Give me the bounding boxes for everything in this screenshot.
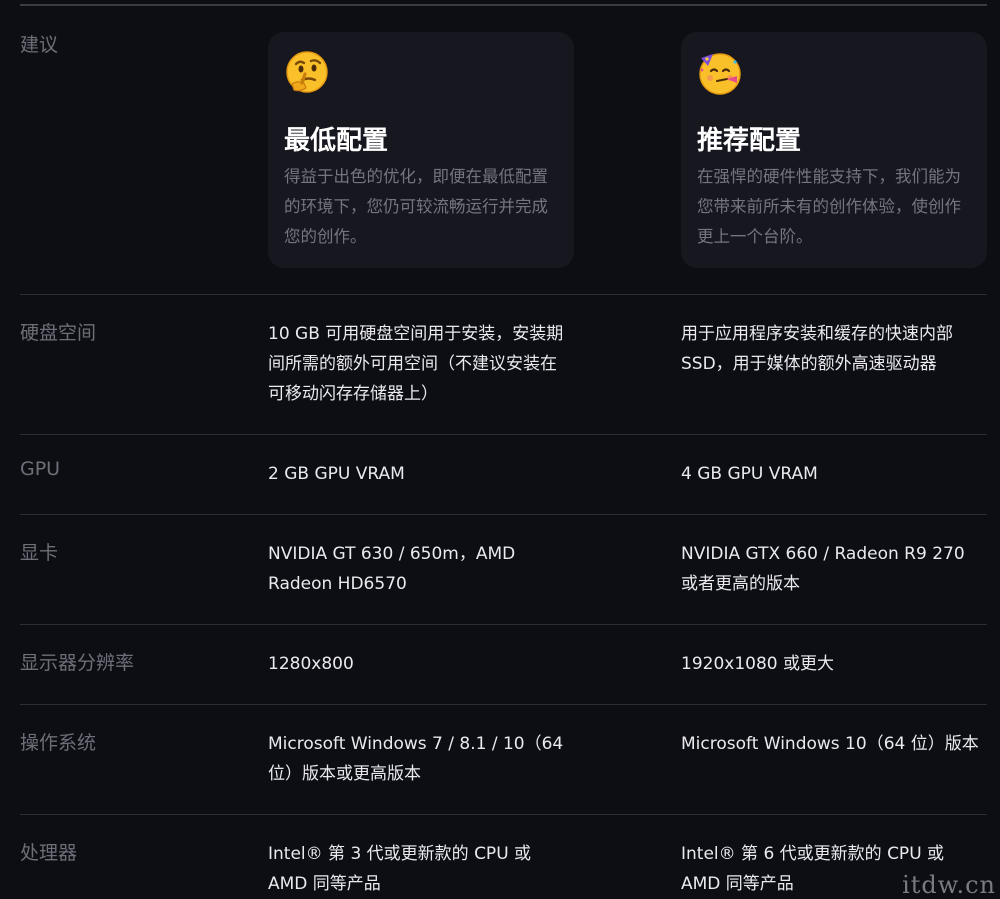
label-gpu: GPU — [20, 458, 61, 480]
min-os-value: Microsoft Windows 7 / 8.1 / 10（64 位）版本或更… — [268, 734, 564, 784]
min-disk-value: 10 GB 可用硬盘空间用于安装，安装期间所需的额外可用空间（不建议安装在可移动… — [268, 324, 564, 404]
row-divider — [20, 704, 987, 705]
min-config-card: 最低配置 得益于出色的优化，即便在最低配置的环境下，您仍可较流畅运行并完成您的创… — [268, 32, 574, 268]
rec-graphics-value: NVIDIA GTX 660 / Radeon R9 270 或者更高的版本 — [681, 544, 965, 594]
row-divider — [20, 434, 987, 435]
label-cpu: 处理器 — [20, 842, 78, 864]
watermark: itdw.cn — [902, 871, 996, 899]
min-graphics-value: NVIDIA GT 630 / 650m，AMD Radeon HD6570 — [268, 544, 516, 594]
rec-config-title: 推荐配置 — [697, 126, 802, 156]
row-divider — [20, 514, 987, 515]
label-os: 操作系统 — [20, 732, 97, 754]
row-divider — [20, 624, 987, 625]
row-divider — [20, 294, 987, 295]
rec-config-card: 推荐配置 在强悍的硬件性能支持下，我们能为您带来前所未有的创作体验，使创作更上一… — [681, 32, 987, 268]
system-requirements-page: 建议 最低配置 得益于出色的优化，即便在最低配置的环境下，您仍可较流畅运行并完成… — [0, 0, 1000, 899]
min-resolution-value: 1280x800 — [268, 654, 354, 674]
label-graphics: 显卡 — [20, 542, 59, 564]
label-resolution: 显示器分辨率 — [20, 652, 135, 674]
label-suggest: 建议 — [20, 34, 59, 56]
min-cpu-value: Intel® 第 3 代或更新款的 CPU 或 AMD 同等产品 — [268, 844, 532, 894]
min-config-title: 最低配置 — [284, 126, 389, 156]
label-disk: 硬盘空间 — [20, 322, 97, 344]
rec-gpu-value: 4 GB GPU VRAM — [681, 464, 818, 484]
party-face-icon — [699, 53, 741, 95]
rec-os-value: Microsoft Windows 10（64 位）版本 — [681, 734, 979, 754]
row-divider — [20, 814, 987, 815]
rec-disk-value: 用于应用程序安装和缓存的快速内部 SSD，用于媒体的额外高速驱动器 — [681, 324, 953, 374]
thinking-face-icon — [286, 51, 328, 93]
min-gpu-value: 2 GB GPU VRAM — [268, 464, 405, 484]
min-config-desc: 得益于出色的优化，即便在最低配置的环境下，您仍可较流畅运行并完成您的创作。 — [284, 167, 548, 246]
rec-resolution-value: 1920x1080 或更大 — [681, 654, 834, 674]
rec-config-desc: 在强悍的硬件性能支持下，我们能为您带来前所未有的创作体验，使创作更上一个台阶。 — [697, 167, 961, 246]
top-divider — [20, 4, 987, 6]
